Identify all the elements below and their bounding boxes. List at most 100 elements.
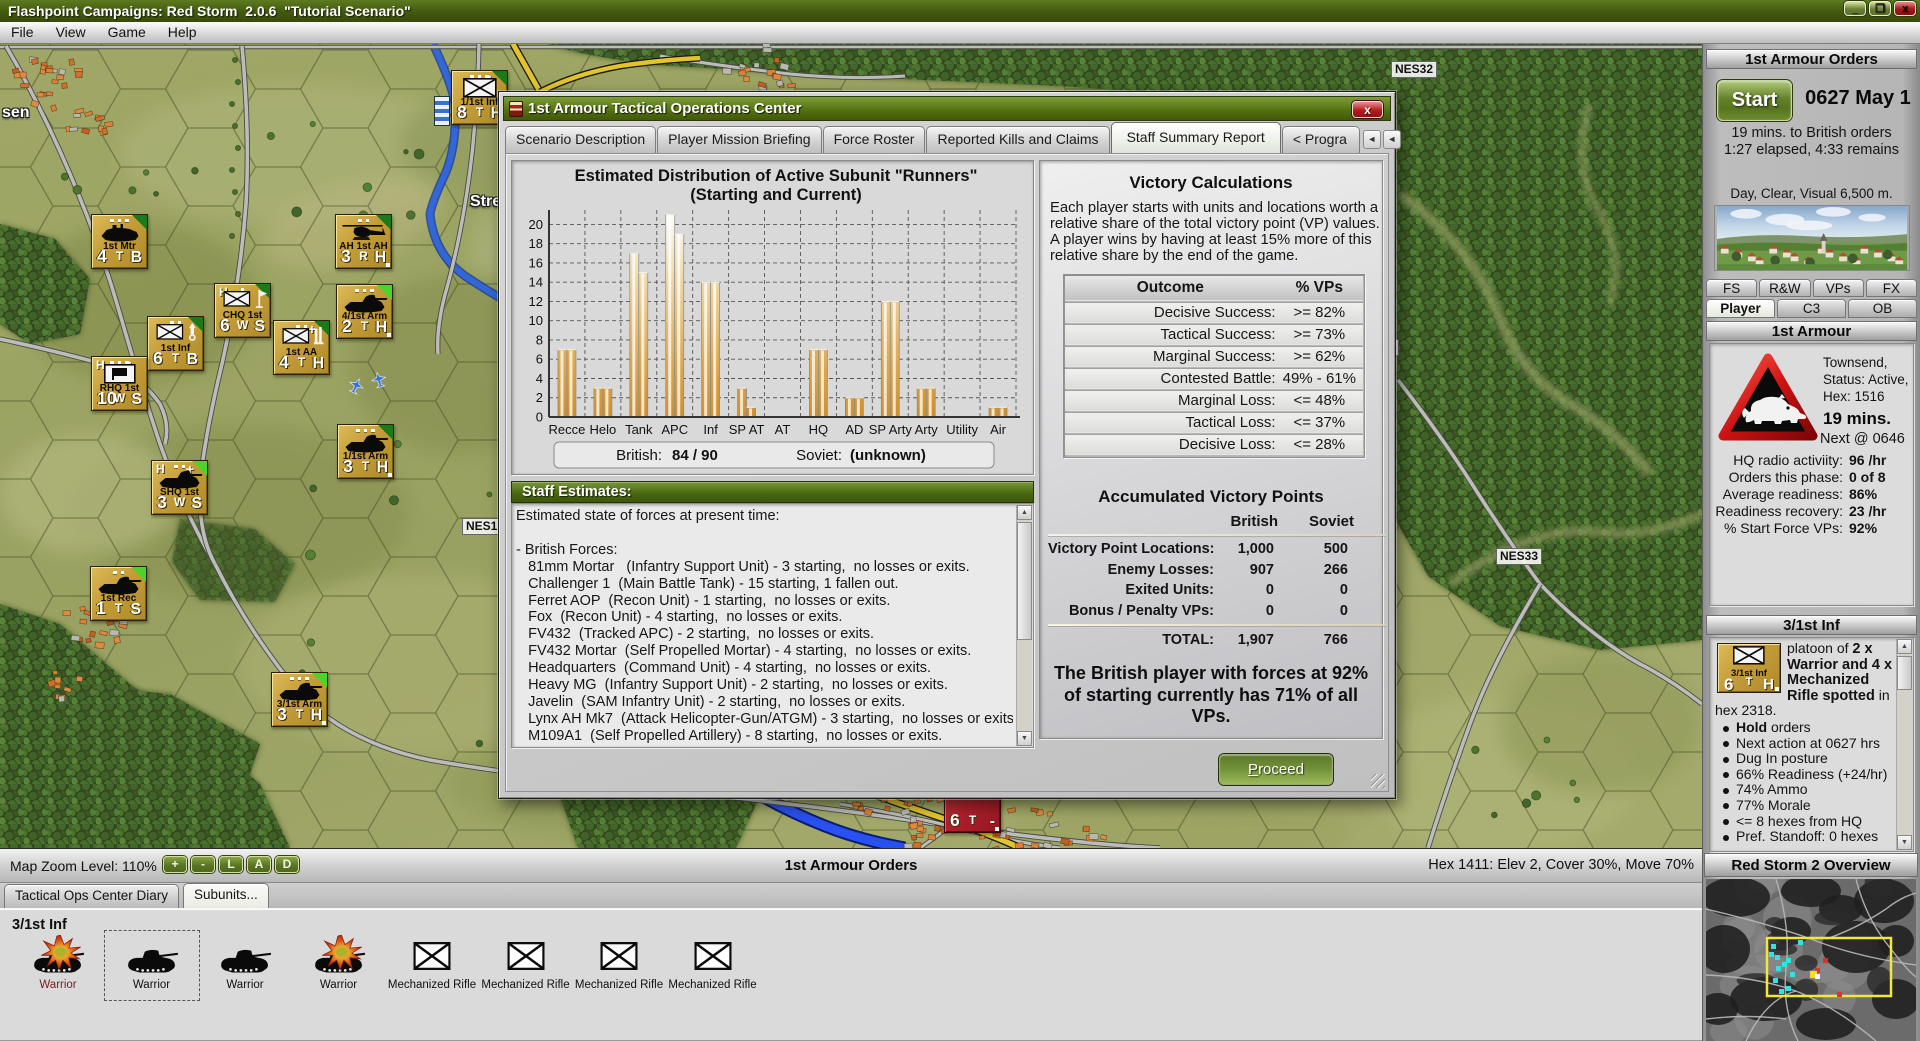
dialog-tab[interactable]: < Progra: [1282, 126, 1360, 153]
svg-text:6: 6: [536, 352, 543, 367]
staff-estimate-line: Lynx AH Mk7 (Attack Helicopter-Gun/ATGM)…: [516, 711, 1013, 728]
unit-stats: HQ radio activiity: 96 /hr Orders this p…: [1710, 452, 1913, 537]
unit-counter[interactable]: H+RHQ 1st10WS: [91, 356, 148, 411]
subunit-label: Mechanized Rifle: [481, 979, 569, 991]
unit-counter[interactable]: 1st Mtr4TB: [91, 214, 148, 269]
hex-grid-label: NES32: [1391, 61, 1437, 78]
svg-text:10: 10: [529, 313, 543, 328]
rhino-unit-insignia: [1718, 352, 1818, 444]
mini-tab[interactable]: R&W: [1759, 279, 1810, 297]
scrollbar-thumb[interactable]: [1897, 656, 1912, 690]
mechanized-rifle-icon: [694, 942, 731, 970]
air-mission-icon: [348, 378, 364, 394]
application-window: Flashpoint Campaigns: Red Storm 2.0.6 "T…: [0, 0, 1920, 1041]
view-tab[interactable]: OB: [1848, 299, 1917, 318]
mini-tab[interactable]: FS: [1706, 279, 1757, 297]
dialog-tab[interactable]: Force Roster: [823, 126, 926, 153]
bullet-item: Next action at 0627 hrs: [1720, 736, 1893, 752]
minimize-button[interactable]: _: [1844, 1, 1866, 16]
status-bar: Map Zoom Level: 110% +-LAD 1st Armour Or…: [0, 848, 1702, 883]
unit-values: 4TB: [95, 247, 144, 267]
outcome-row: Tactical Success: >= 73%: [1065, 325, 1363, 344]
scroll-up-icon[interactable]: ▲: [1017, 505, 1032, 520]
menu-item[interactable]: Game: [97, 22, 157, 43]
subunit-item[interactable]: Warrior: [199, 933, 291, 999]
accumulated-vp-title: Accumulated Victory Points: [1040, 487, 1382, 507]
resize-grip[interactable]: [1371, 774, 1385, 788]
subunit-label: Mechanized Rifle: [668, 979, 756, 991]
dialog-tab[interactable]: Scenario Description: [505, 126, 656, 153]
tab-scroll-button[interactable]: ◄: [1383, 130, 1401, 149]
svg-text:APC: APC: [661, 422, 688, 437]
subunit-item[interactable]: Mechanized Rifle: [480, 933, 572, 999]
subunit-counter-icon[interactable]: 3/1st Inf 6 T H: [1717, 643, 1781, 693]
subunit-scrollbar[interactable]: ▲ ▼: [1896, 639, 1912, 850]
unit-counter[interactable]: 1/1st Arm3TH: [337, 424, 394, 479]
overview-minimap[interactable]: [1706, 879, 1916, 1041]
svg-text:AT: AT: [775, 422, 791, 437]
unit-values: 6T-: [948, 811, 997, 831]
bottom-tab-bar: Tactical Ops Center DiarySubunits...: [0, 883, 1702, 908]
subunit-label: Mechanized Rifle: [388, 979, 476, 991]
unit-counter[interactable]: 3/1st Arm3TH: [271, 672, 328, 727]
scroll-up-icon[interactable]: ▲: [1897, 639, 1912, 654]
scroll-down-icon[interactable]: ▼: [1897, 835, 1912, 850]
subunit-item[interactable]: Mechanized Rifle: [667, 933, 759, 999]
dialog-tab[interactable]: Reported Kills and Claims: [926, 126, 1109, 153]
staff-estimate-line: M109A1 (Self Propelled Artillery) - 8 st…: [516, 728, 1013, 744]
subunit-item[interactable]: Warrior: [12, 933, 104, 999]
menu-item[interactable]: View: [45, 22, 97, 43]
restore-button[interactable]: ❐: [1869, 1, 1891, 16]
subunit-item[interactable]: Warrior: [106, 933, 198, 999]
subunit-item[interactable]: Warrior: [293, 933, 385, 999]
bottom-tab[interactable]: Tactical Ops Center Diary: [4, 884, 179, 908]
staff-scrollbar[interactable]: ▲ ▼: [1016, 505, 1032, 746]
subunit-item[interactable]: Mechanized Rifle: [573, 933, 665, 999]
start-button[interactable]: Start: [1717, 80, 1792, 121]
scroll-down-icon[interactable]: ▼: [1017, 731, 1032, 746]
subunits-panel: 3/1st Inf WarriorWarriorWarriorWarriorMe…: [0, 908, 1702, 1041]
subunit-label: Warrior: [39, 979, 76, 991]
unit-counter[interactable]: 1st Rec1TS: [90, 566, 147, 621]
window-title: Flashpoint Campaigns: Red Storm 2.0.6 "T…: [8, 3, 411, 19]
unit-counter[interactable]: AH 1st AH3RH: [335, 214, 392, 269]
menu-item[interactable]: File: [0, 22, 45, 43]
hex-grid-label: NES1: [462, 518, 501, 535]
unit-counter[interactable]: 4/1st Arm2TH: [336, 284, 393, 339]
svg-text:Estimated Distribution of Acti: Estimated Distribution of Active Subunit…: [575, 167, 978, 185]
mechanized-rifle-icon: [507, 942, 544, 970]
scrollbar-thumb[interactable]: [1017, 522, 1032, 640]
vp-total-row: TOTAL: 1,907 766: [1048, 630, 1386, 651]
dialog-close-button[interactable]: x: [1352, 101, 1383, 118]
dialog-titlebar[interactable]: 1st Armour Tactical Operations Center x: [503, 96, 1391, 121]
dialog-tab[interactable]: Staff Summary Report: [1111, 122, 1281, 153]
staff-estimate-line: Fox (Recon Unit) - 4 starting, no losses…: [516, 609, 1013, 626]
menu-item[interactable]: Help: [157, 22, 208, 43]
close-button[interactable]: x: [1894, 1, 1916, 16]
staff-estimate-line: - British Forces:: [516, 542, 1013, 559]
staff-estimate-line: FV432 Mortar (Self Propelled Mortar) - 4…: [516, 643, 1013, 660]
unit-counter[interactable]: 1st Inf6TB: [147, 316, 204, 371]
mini-tab[interactable]: FX: [1866, 279, 1917, 297]
svg-text:Arty: Arty: [915, 422, 939, 437]
bottom-tab[interactable]: Subunits...: [183, 883, 269, 908]
victory-summary: The British player with forces at 92% of…: [1049, 663, 1373, 728]
staff-estimate-line: Headquarters (Command Unit) - 4 starting…: [516, 660, 1013, 677]
svg-text:16: 16: [529, 255, 543, 270]
tab-scroll-button[interactable]: ◄: [1363, 130, 1381, 149]
view-tab[interactable]: C3: [1777, 299, 1846, 318]
vp-row: Enemy Losses: 907 266: [1048, 560, 1386, 581]
dialog-tab[interactable]: Player Mission Briefing: [657, 126, 821, 153]
hex-info-label: Hex 1411: Elev 2, Cover 30%, Move 70%: [1428, 857, 1694, 873]
unit-values: 2TH: [340, 317, 389, 337]
vp-row: Victory Point Locations: 1,000 500: [1048, 539, 1386, 560]
view-tab[interactable]: Player: [1706, 299, 1775, 318]
proceed-button[interactable]: Proceed: [1219, 754, 1333, 785]
unit-counter[interactable]: HCHQ 1st6WS: [214, 283, 271, 338]
unit-counter[interactable]: H+SHQ 1st3WS: [151, 460, 208, 515]
mini-tab[interactable]: VPs: [1813, 279, 1864, 297]
unit-values: 6WS: [218, 316, 267, 336]
unit-counter[interactable]: +1st AA4TH: [273, 320, 330, 375]
subunit-item[interactable]: Mechanized Rifle: [386, 933, 478, 999]
bullet-item: Hold orders: [1720, 720, 1893, 736]
